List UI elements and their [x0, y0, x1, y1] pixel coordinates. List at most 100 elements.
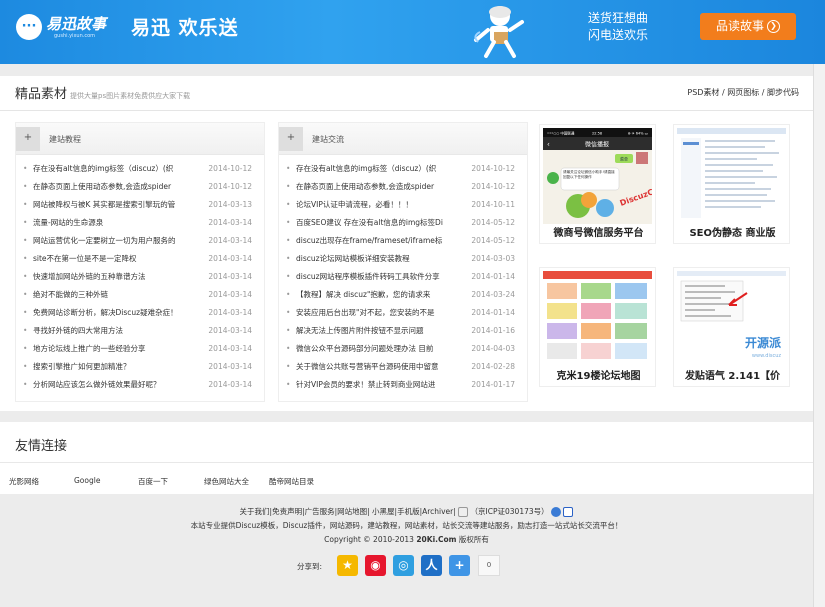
- watermark-text: 开源派: [745, 335, 782, 350]
- thumb-caption[interactable]: SEO伪静态 商业版: [674, 224, 791, 239]
- list-item-title[interactable]: 分析网站应该怎么做外链效果最好呢？: [33, 376, 209, 394]
- list-item[interactable]: • 寻找好外链的四大常用方法 2014-03-14: [16, 322, 264, 340]
- list-item-title[interactable]: 寻找好外链的四大常用方法: [33, 322, 209, 340]
- list-item-date: 2014-03-14: [208, 326, 252, 335]
- list-item-date: 2014-10-12: [471, 164, 515, 173]
- friend-link[interactable]: 百度一下: [138, 476, 168, 487]
- copyright-brand[interactable]: 20Ki.Com: [416, 535, 456, 544]
- list-item[interactable]: • 存在没有alt信息的img标签（discuz）(织 2014-10-12: [16, 160, 264, 178]
- bullet-icon: •: [286, 200, 291, 209]
- page-scrollbar[interactable]: [813, 64, 825, 607]
- thumb-card[interactable]: 克米19楼论坛地图: [539, 267, 656, 387]
- list-item[interactable]: • discuz出现存在frame/frameset/iframe标 2014-05…: [279, 232, 527, 250]
- list-item[interactable]: • discuz论坛网站模板详细安装教程 2014-03-03: [279, 250, 527, 268]
- list-item[interactable]: • 针对VIP会员的要求！禁止转到商业网站进 2014-01-17: [279, 376, 527, 394]
- list-item-title[interactable]: 针对VIP会员的要求！禁止转到商业网站进: [296, 376, 472, 394]
- certificate-icon[interactable]: [458, 507, 469, 517]
- qzone-icon[interactable]: ★: [337, 555, 358, 576]
- list-item[interactable]: • 免费网站诊断分析，解决Discuz疑难杂症！ 2014-03-14: [16, 304, 264, 322]
- list-item[interactable]: • 存在没有alt信息的img标签（discuz）(织 2014-10-12: [279, 160, 527, 178]
- list-item-title[interactable]: 搜索引擎推广如何更加精准？: [33, 358, 209, 376]
- list-item-title[interactable]: 在静态页面上使用动态参数,会造成spider: [296, 178, 472, 196]
- list-item[interactable]: • site不在第一位是不是一定降权 2014-03-14: [16, 250, 264, 268]
- thumb-card[interactable]: 开源派 www.discuz 发贴语气 2.141【价: [673, 267, 790, 387]
- list-item[interactable]: • 快速增加网站外链的五种靠谱方法 2014-03-14: [16, 268, 264, 286]
- section-title: 精品素材 提供大量ps图片素材免费供应大家下载: [15, 83, 190, 102]
- list-item-title[interactable]: 存在没有alt信息的img标签（discuz）(织: [296, 160, 472, 178]
- bullet-icon: •: [23, 272, 28, 281]
- thumb-card[interactable]: 微信播报 •••○○ 中国联通 22:58 ⊕ ✈ 64% ▭ ‹ 菜单 请最关…: [539, 124, 656, 244]
- list-item-title[interactable]: 网站被降权与被K 其实都是搜索引擎玩的管: [33, 196, 209, 214]
- list-item-title[interactable]: 论坛VIP认证申请流程，必看！！！: [296, 196, 472, 214]
- copyright-suffix: 版权所有: [456, 535, 489, 544]
- friend-link[interactable]: 酷帝网站目录: [269, 476, 314, 487]
- list-item-date: 2014-01-14: [471, 272, 515, 281]
- list-item-title[interactable]: discuz出现存在frame/frameset/iframe标: [296, 232, 472, 250]
- paw-icon[interactable]: [563, 507, 574, 517]
- more-share-icon[interactable]: +: [449, 555, 470, 576]
- list-item[interactable]: • 搜索引擎推广如何更加精准？ 2014-03-14: [16, 358, 264, 376]
- list-item-title[interactable]: 免费网站诊断分析，解决Discuz疑难杂症！: [33, 304, 209, 322]
- list-title[interactable]: 建站交流: [312, 134, 344, 145]
- list-item-title[interactable]: 百度SEO建议 存在没有alt信息的img标签Di: [296, 214, 472, 232]
- list-item[interactable]: • 微信公众平台源码部分问题处理办法 目前 2014-04-03: [279, 340, 527, 358]
- thumb-card[interactable]: SEO伪静态 商业版: [673, 124, 790, 244]
- thumb-caption[interactable]: 发贴语气 2.141【价: [674, 367, 791, 382]
- list-item[interactable]: • 网站运营优化一定要树立一切为用户服务的 2014-03-14: [16, 232, 264, 250]
- list-item[interactable]: • 论坛VIP认证申请流程，必看！！！ 2014-10-11: [279, 196, 527, 214]
- list-item[interactable]: • 解决无法上传图片附件按钮不显示问题 2014-01-16: [279, 322, 527, 340]
- friend-link[interactable]: 光影网络: [9, 476, 39, 487]
- renren-icon[interactable]: 人: [421, 555, 442, 576]
- list-item-title[interactable]: 安装应用后台出现"对不起，您安装的不是: [296, 304, 472, 322]
- share-count: 0: [478, 555, 500, 576]
- list-item-title[interactable]: 解决无法上传图片附件按钮不显示问题: [296, 322, 472, 340]
- icp-license-link[interactable]: （京ICP证030173号）: [471, 507, 549, 516]
- list-item[interactable]: • 关于微信公共账号营销平台源码使用中留意 2014-02-28: [279, 358, 527, 376]
- read-story-button[interactable]: 品读故事 ❯: [700, 13, 796, 40]
- bullet-icon: •: [286, 290, 291, 299]
- footer-links[interactable]: 关于我们|免责声明|广告服务|网站地图| 小黑屋|手机版|Archiver|: [240, 507, 456, 516]
- friend-link[interactable]: 绿色网站大全: [204, 476, 249, 487]
- list-item[interactable]: • 安装应用后台出现"对不起，您安装的不是 2014-01-14: [279, 304, 527, 322]
- list-item-title[interactable]: 网站运营优化一定要树立一切为用户服务的: [33, 232, 209, 250]
- list-item[interactable]: • 地方论坛线上推广的一些经验分享 2014-03-14: [16, 340, 264, 358]
- thumb-caption[interactable]: 微商号微信服务平台: [540, 224, 657, 239]
- list-item-title[interactable]: 快速增加网站外链的五种靠谱方法: [33, 268, 209, 286]
- list-item-title[interactable]: discuz网站程序模板插件转码工具软件分享: [296, 268, 472, 286]
- list-item-date: 2014-03-14: [208, 308, 252, 317]
- list-title[interactable]: 建站教程: [49, 134, 81, 145]
- section-category-links[interactable]: PSD素材 / 网页图标 / 脚步代码: [687, 87, 799, 98]
- list-item-title[interactable]: 绝对不能做的三种外链: [33, 286, 209, 304]
- list-item-date: 2014-03-14: [208, 344, 252, 353]
- list-item-title[interactable]: 【教程】解决 discuz"抱歉，您的请求来: [296, 286, 472, 304]
- expand-plus-icon[interactable]: +: [279, 127, 303, 151]
- friend-link[interactable]: Google: [74, 476, 100, 485]
- list-item[interactable]: • 在静态页面上使用动态参数,会造成spider 2014-10-12: [279, 178, 527, 196]
- list-item-title[interactable]: 流量-网站的生命源泉: [33, 214, 209, 232]
- list-item[interactable]: • 【教程】解决 discuz"抱歉，您的请求来 2014-03-24: [279, 286, 527, 304]
- list-item[interactable]: • 在静态页面上使用动态参数,会造成spider 2014-10-12: [16, 178, 264, 196]
- list-item-date: 2014-01-17: [471, 380, 515, 389]
- weibo-icon[interactable]: ◉: [365, 555, 386, 576]
- police-badge-icon[interactable]: [551, 507, 562, 517]
- list-item[interactable]: • 流量-网站的生命源泉 2014-03-14: [16, 214, 264, 232]
- expand-plus-icon[interactable]: +: [16, 127, 40, 151]
- back-arrow-icon: ‹: [547, 141, 550, 149]
- list-item-title[interactable]: 微信公众平台源码部分问题处理办法 目前: [296, 340, 472, 358]
- list-item[interactable]: • 绝对不能做的三种外链 2014-03-14: [16, 286, 264, 304]
- list-item[interactable]: • 网站被降权与被K 其实都是搜索引擎玩的管 2014-03-13: [16, 196, 264, 214]
- list-item-title[interactable]: site不在第一位是不是一定降权: [33, 250, 209, 268]
- thumb-caption[interactable]: 克米19楼论坛地图: [540, 367, 657, 382]
- list-item-title[interactable]: 关于微信公共账号营销平台源码使用中留意: [296, 358, 472, 376]
- list-item[interactable]: • discuz网站程序模板插件转码工具软件分享 2014-01-14: [279, 268, 527, 286]
- list-item-title[interactable]: 地方论坛线上推广的一些经验分享: [33, 340, 209, 358]
- list-item-title[interactable]: 在静态页面上使用动态参数,会造成spider: [33, 178, 209, 196]
- promo-line-2: 闪电送欢乐: [588, 28, 649, 42]
- tencent-weibo-icon[interactable]: ◎: [393, 555, 414, 576]
- list-item[interactable]: • 分析网站应该怎么做外链效果最好呢？ 2014-03-14: [16, 376, 264, 394]
- top-banner[interactable]: ··· 易迅故事 gushi.yixun.com 易迅 欢乐送 送货狂想曲 闪电…: [0, 0, 825, 64]
- list-item[interactable]: • 百度SEO建议 存在没有alt信息的img标签Di 2014-05-12: [279, 214, 527, 232]
- list-item-title[interactable]: discuz论坛网站模板详细安装教程: [296, 250, 472, 268]
- list-item-title[interactable]: 存在没有alt信息的img标签（discuz）(织: [33, 160, 209, 178]
- list-items: • 存在没有alt信息的img标签（discuz）(织 2014-10-12 • 在静态…: [16, 155, 264, 394]
